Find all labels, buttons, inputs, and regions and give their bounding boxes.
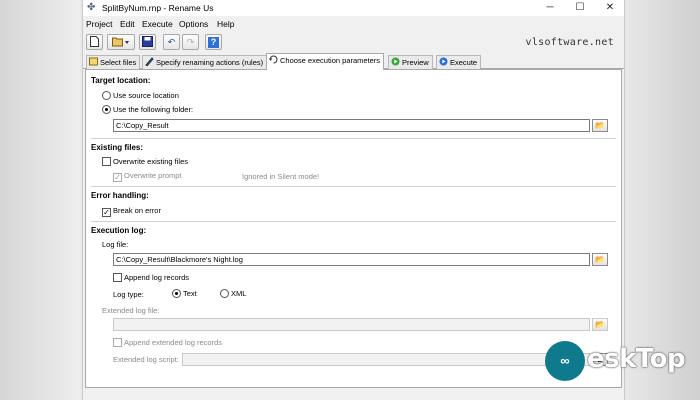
tab-bar: Select files Specify renaming actions (r… [83,53,624,70]
log-file-input[interactable]: C:\Copy_Result\Blackmore's Night.log [113,253,590,266]
log-type-xml-radio[interactable] [220,289,229,298]
silent-mode-note: Ignored in Silent mode! [242,172,320,181]
help-button[interactable]: ? [205,34,222,50]
use-source-option[interactable]: Use source location [102,91,179,100]
parameters-icon [269,55,278,64]
folder-icon: 📂 [595,121,605,130]
divider [91,186,616,187]
window-title: SplitByNum.rnp - Rename Us [102,3,214,13]
app-icon: ✤ [87,2,96,13]
menu-options[interactable]: Options [179,19,208,29]
error-handling-heading: Error handling: [91,191,149,200]
tab-preview[interactable]: Preview [388,55,433,69]
tab-label: Choose execution parameters [280,56,381,65]
tab-renaming-actions[interactable]: Specify renaming actions (rules) [142,55,268,69]
append-log-label: Append log records [124,273,190,282]
overwrite-existing-option[interactable]: Overwrite existing files [102,157,188,166]
tab-label: Specify renaming actions (rules) [156,58,264,67]
use-folder-option[interactable]: Use the following folder: [102,105,193,114]
save-project-button[interactable] [139,34,156,50]
app-window: ✤ SplitByNum.rnp - Rename Us ─ ☐ ✕ Proje… [82,0,625,400]
use-source-radio[interactable] [102,91,111,100]
title-bar: ✤ SplitByNum.rnp - Rename Us ─ ☐ ✕ [83,0,624,16]
log-type-text-radio[interactable] [172,289,181,298]
execution-parameters-panel: Target location: Use source location Use… [85,69,622,388]
browse-folder-button[interactable]: 📂 [592,119,608,132]
tab-execute[interactable]: Execute [436,55,482,69]
new-project-button[interactable] [86,34,103,50]
append-extended-log-option[interactable]: Append extended log records [113,338,222,347]
maximize-icon[interactable]: ☐ [565,0,595,16]
select-files-icon [89,57,98,66]
log-type-text-label: Text [183,289,197,298]
new-file-icon [90,36,99,47]
log-file-label: Log file: [102,240,129,249]
watermark-text: eskTop [587,344,686,374]
extended-log-file-input[interactable] [113,318,590,331]
close-icon[interactable]: ✕ [595,0,625,16]
target-folder-input[interactable]: C:\Copy_Result [113,119,590,132]
menu-edit[interactable]: Edit [120,19,135,29]
folder-icon: 📂 [595,320,605,329]
undo-button[interactable]: ↶ [163,34,180,50]
help-icon: ? [208,37,219,48]
folder-icon: 📂 [595,255,605,264]
log-type-xml-option[interactable]: XML [220,289,246,298]
execute-icon [439,57,448,66]
log-type-label: Log type: [113,290,144,299]
open-project-button[interactable] [107,34,135,50]
append-extended-log-checkbox[interactable] [113,338,122,347]
watermark-logo: ∞ eskTop [545,335,695,385]
browse-log-file-button[interactable]: 📂 [592,253,608,266]
redo-icon: ↷ [186,37,195,47]
log-type-text-option[interactable]: Text [172,289,197,298]
tab-label: Execute [450,58,478,67]
tab-select-files[interactable]: Select files [86,55,141,69]
log-type-xml-label: XML [231,289,247,298]
menu-project[interactable]: Project [86,19,112,29]
break-on-error-checkbox[interactable]: ✓ [102,208,111,217]
append-log-option[interactable]: Append log records [113,273,189,282]
overwrite-existing-checkbox[interactable] [102,157,111,166]
watermark-circle-icon: ∞ [545,341,585,381]
overwrite-prompt-option[interactable]: ✓ Overwrite prompt [113,171,182,182]
rules-icon [145,57,154,66]
existing-files-heading: Existing files: [91,143,144,152]
minimize-icon[interactable]: ─ [535,0,565,16]
extended-log-script-label: Extended log script: [113,355,179,364]
overwrite-prompt-label: Overwrite prompt [124,171,182,180]
background-left [0,0,80,400]
tab-label: Preview [402,58,429,67]
use-folder-radio[interactable] [102,105,111,114]
save-icon [142,36,153,47]
use-folder-label: Use the following folder: [113,105,194,114]
brand-label: vlsoftware.net [525,37,614,48]
append-extended-log-label: Append extended log records [124,338,222,347]
divider [91,221,616,222]
divider [91,138,616,139]
tab-label: Select files [100,58,137,67]
menu-bar: Project Edit Execute Options Help [83,17,624,31]
extended-log-script-input[interactable] [182,353,590,366]
undo-icon: ↶ [167,37,176,47]
use-source-label: Use source location [113,91,179,100]
menu-execute[interactable]: Execute [142,19,173,29]
append-log-checkbox[interactable] [113,273,122,282]
toolbar: ↶ ↷ ? vlsoftware.net [83,32,624,52]
preview-icon [391,57,400,66]
open-folder-icon [112,37,129,47]
redo-button[interactable]: ↷ [182,34,199,50]
overwrite-existing-label: Overwrite existing files [113,157,189,166]
execution-log-heading: Execution log: [91,226,147,235]
extended-log-file-label: Extended log file: [102,306,160,315]
tab-execution-parameters[interactable]: Choose execution parameters [266,53,385,70]
break-on-error-label: Break on error [113,206,161,215]
overwrite-prompt-checkbox[interactable]: ✓ [113,173,122,182]
browse-extended-log-button[interactable]: 📂 [592,318,608,331]
target-location-heading: Target location: [91,76,151,85]
break-on-error-option[interactable]: ✓ Break on error [102,206,161,217]
menu-help[interactable]: Help [217,19,234,29]
